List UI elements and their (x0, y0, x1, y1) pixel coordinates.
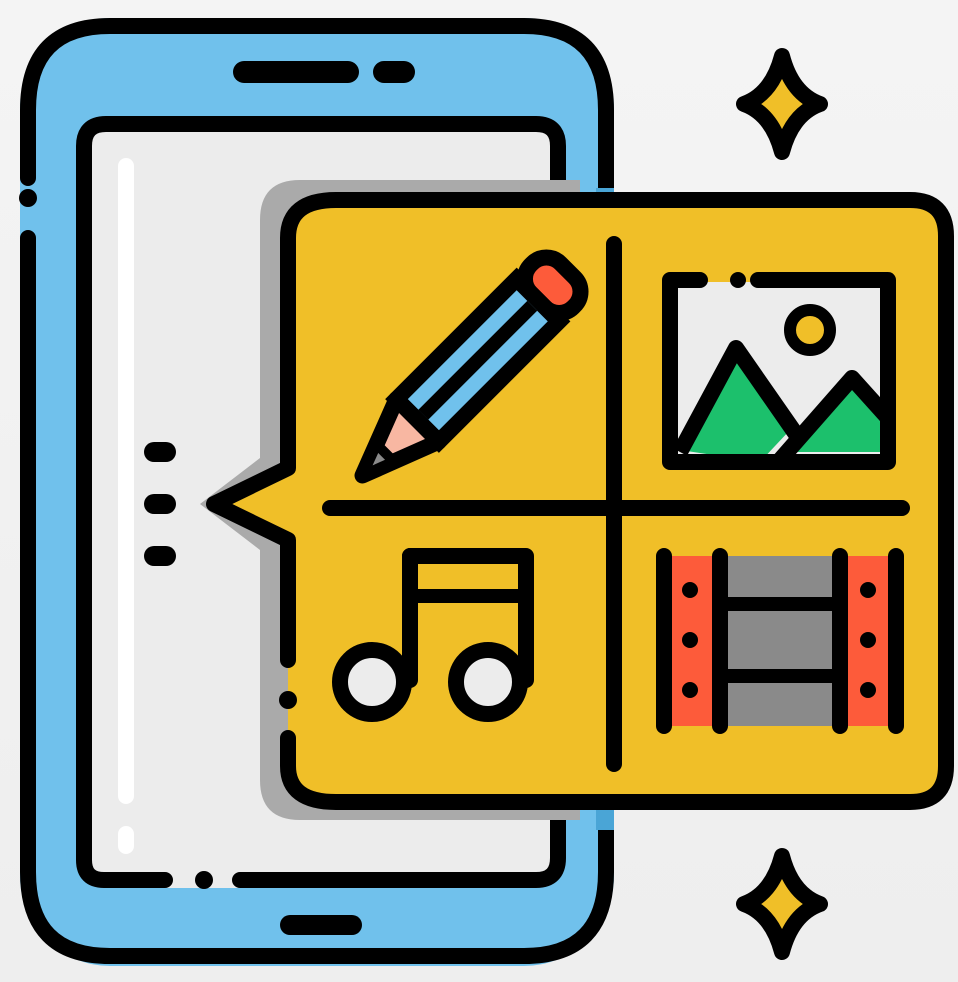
side-button-dot (19, 189, 37, 207)
illustration-canvas (0, 0, 958, 982)
screen-gap-dot (195, 871, 213, 889)
image-icon (662, 272, 896, 470)
bubble-gap-dot (279, 691, 297, 709)
content-creation-illustration (19, 18, 954, 966)
film-strip-icon (656, 548, 904, 734)
sparkle-icon (736, 48, 828, 160)
sun-icon (784, 304, 836, 356)
sparkle-icon (736, 848, 828, 960)
